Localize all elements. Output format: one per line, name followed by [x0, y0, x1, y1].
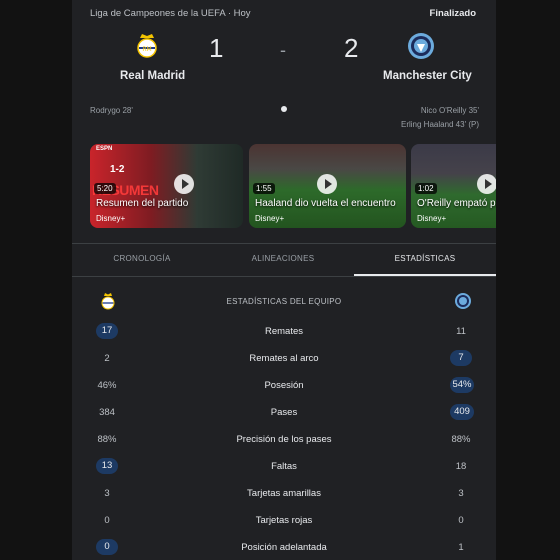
video-duration: 5:20 — [94, 183, 116, 194]
tab-cronologia[interactable]: CRONOLOGÍA — [72, 244, 212, 276]
stat-label: Faltas — [271, 461, 297, 472]
away-scorer: Erling Haaland 43' (P) — [400, 120, 479, 129]
play-icon[interactable] — [174, 174, 194, 194]
manchester-city-crest-icon[interactable] — [407, 32, 435, 60]
home-scorer: Rodrygo 28' — [90, 106, 133, 115]
video-duration: 1:02 — [415, 183, 437, 194]
video-title[interactable]: Resumen del partido — [96, 198, 188, 209]
away-scorer: Nico O'Reilly 35' — [420, 106, 479, 115]
stat-label: Pases — [270, 407, 298, 418]
stat-label: Tarjetas amarillas — [247, 488, 321, 499]
stat-label: Tarjetas rojas — [255, 515, 313, 526]
video-source: Disney+ — [96, 214, 126, 223]
video-title[interactable]: Haaland dio vuelta el encuentro — [255, 198, 396, 209]
stat-row: 384 Pases 409 — [72, 403, 496, 423]
video-card[interactable]: 1:02 O'Reilly empató pa Disney+ — [411, 144, 496, 228]
stat-label: Remates — [264, 326, 303, 337]
match-status: Finalizado — [429, 8, 476, 19]
video-card[interactable]: 1:55 Haaland dio vuelta el encuentro Dis… — [249, 144, 406, 228]
home-score: 1 — [209, 33, 224, 63]
play-icon[interactable] — [317, 174, 337, 194]
home-team-name[interactable]: Real Madrid — [120, 70, 185, 82]
match-card: Liga de Campeones de la UEFA · Hoy Final… — [72, 0, 496, 560]
stat-label: Precisión de los pases — [236, 434, 332, 445]
stat-label: Remates al arco — [249, 353, 319, 364]
away-stat-value: 88% — [451, 434, 471, 445]
away-stat-value: 54% — [450, 377, 474, 393]
stats-header: ESTADÍSTICAS DEL EQUIPO — [226, 297, 342, 306]
away-stat-value: 11 — [456, 326, 466, 337]
svg-text:RM: RM — [142, 46, 151, 53]
stat-row: 2 Remates al arco 7 — [72, 349, 496, 369]
away-score: 2 — [344, 33, 359, 63]
away-stat-value: 7 — [450, 350, 472, 366]
away-stat-value: 409 — [450, 404, 474, 420]
video-source: Disney+ — [417, 214, 447, 223]
stat-label: Posición adelantada — [241, 542, 327, 553]
real-madrid-crest-icon[interactable]: RM — [135, 32, 159, 60]
score-overlay: 1-2 — [110, 164, 125, 175]
stat-row: 46% Posesión 54% — [72, 376, 496, 396]
stat-row: 3 Tarjetas amarillas 3 — [72, 484, 496, 504]
video-source: Disney+ — [255, 214, 285, 223]
stat-row: 0 Posición adelantada 1 — [72, 538, 496, 558]
away-stat-value: 3 — [458, 488, 464, 499]
video-title[interactable]: O'Reilly empató pa — [417, 198, 496, 209]
video-card[interactable]: ESPN 1-2 RESUMEN 5:20 Resumen del partid… — [90, 144, 243, 228]
score-separator: - — [280, 40, 286, 60]
tab-bar: CRONOLOGÍA ALINEACIONES ESTADÍSTICAS — [72, 243, 496, 277]
stat-row: 13 Faltas 18 — [72, 457, 496, 477]
ball-icon — [281, 106, 287, 112]
away-stat-value: 18 — [455, 461, 467, 472]
tab-estadisticas[interactable]: ESTADÍSTICAS — [354, 244, 496, 276]
stat-row: 17 Remates 11 — [72, 322, 496, 342]
tab-alineaciones[interactable]: ALINEACIONES — [212, 244, 354, 276]
play-icon[interactable] — [477, 174, 496, 194]
stat-label: Posesión — [264, 380, 304, 391]
away-team-name[interactable]: Manchester City — [383, 70, 472, 82]
video-duration: 1:55 — [253, 183, 275, 194]
away-stat-value: 0 — [458, 515, 464, 526]
network-logo: ESPN — [96, 146, 113, 152]
stat-row: 0 Tarjetas rojas 0 — [72, 511, 496, 531]
manchester-city-crest-icon — [455, 293, 471, 309]
away-stat-value: 1 — [458, 542, 464, 553]
stat-row: 88% Precisión de los pases 88% — [72, 430, 496, 450]
competition-label[interactable]: Liga de Campeones de la UEFA · Hoy — [90, 8, 251, 19]
